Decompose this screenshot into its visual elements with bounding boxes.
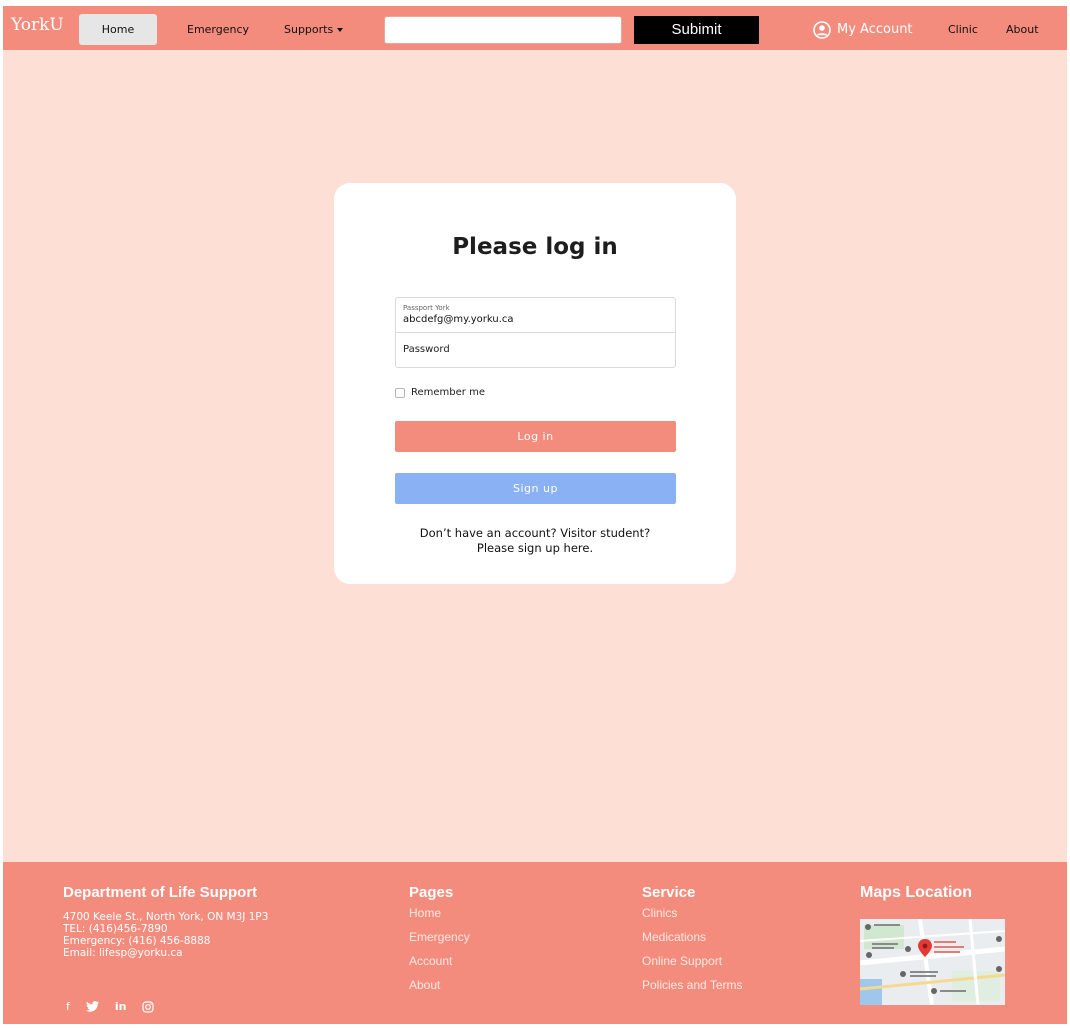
nav-my-account-link[interactable]: My Account [813, 14, 913, 45]
footer-service-title: Service [642, 884, 696, 901]
brand-logo[interactable]: YorkU [11, 15, 64, 35]
submit-button[interactable]: Subimit [634, 16, 759, 44]
footer-dept: Department of Life Support 4700 Keele St… [63, 884, 268, 959]
footer-link-medications[interactable]: Medications [642, 925, 743, 949]
footer-pages: Pages Home Emergency Account About [409, 884, 470, 997]
footer-email: Email: lifesp@yorku.ca [63, 947, 183, 959]
signup-button[interactable]: Sign up [395, 473, 676, 504]
search-input[interactable] [384, 16, 622, 44]
linkedin-icon[interactable]: in [115, 1000, 127, 1013]
footer-emergency: Emergency: (416) 456-8888 [63, 935, 211, 947]
signup-note: Don’t have an account? Visitor student? … [334, 526, 736, 556]
nav-supports-label: Supports [284, 23, 334, 36]
navbar: YorkU Home Emergency Supports Subimit My… [3, 6, 1067, 50]
nav-my-account-label: My Account [837, 22, 913, 37]
footer-pages-title: Pages [409, 884, 454, 901]
login-fields: Passport York abcdefg@my.yorku.ca Passwo… [395, 297, 676, 368]
password-label: Password [403, 344, 450, 355]
footer-link-emergency[interactable]: Emergency [409, 925, 470, 949]
map-image [860, 919, 1005, 1005]
signup-note-line2[interactable]: Please sign up here. [334, 541, 736, 556]
twitter-icon[interactable] [85, 1001, 99, 1012]
footer-dept-title: Department of Life Support [63, 884, 258, 901]
nav-home-button[interactable]: Home [79, 14, 157, 45]
signup-note-line1: Don’t have an account? Visitor student? [419, 526, 651, 540]
username-label: Passport York [403, 304, 450, 312]
footer-address: 4700 Keele St., North York, ON M3J 1P3 [63, 911, 269, 923]
map-thumbnail[interactable] [860, 919, 1005, 1005]
facebook-icon[interactable]: f [66, 1000, 70, 1013]
username-value: abcdefg@my.yorku.ca [403, 314, 514, 325]
footer-service: Service Clinics Medications Online Suppo… [642, 884, 743, 997]
footer-tel: TEL: (416)456-7890 [63, 923, 168, 935]
login-card: Please log in Passport York abcdefg@my.y… [334, 183, 736, 584]
remember-me-checkbox[interactable] [395, 387, 405, 398]
login-button[interactable]: Log in [395, 421, 676, 452]
username-field[interactable]: Passport York abcdefg@my.yorku.ca [396, 298, 675, 333]
footer-link-clinics[interactable]: Clinics [642, 906, 743, 920]
nav-clinic-link[interactable]: Clinic [948, 14, 978, 45]
footer-link-online-support[interactable]: Online Support [642, 949, 743, 973]
login-title: Please log in [452, 234, 618, 260]
footer-maps-title: Maps Location [860, 884, 973, 901]
footer-link-account[interactable]: Account [409, 949, 470, 973]
remember-me-label: Remember me [411, 387, 485, 398]
nav-about-link[interactable]: About [1006, 14, 1039, 45]
instagram-icon[interactable] [142, 1000, 155, 1013]
user-circle-icon [813, 20, 831, 39]
footer-maps: Maps Location [860, 884, 972, 907]
social-links: f in [66, 1000, 170, 1013]
page: YorkU Home Emergency Supports Subimit My… [3, 6, 1067, 1024]
footer-link-policies[interactable]: Policies and Terms [642, 973, 743, 997]
caret-down-icon [337, 28, 344, 32]
password-field[interactable]: Password [396, 334, 675, 367]
footer-link-about[interactable]: About [409, 973, 470, 997]
footer: Department of Life Support 4700 Keele St… [3, 862, 1067, 1024]
remember-me: Remember me [395, 387, 485, 398]
nav-supports-dropdown[interactable]: Supports [284, 14, 344, 45]
nav-emergency-link[interactable]: Emergency [187, 14, 249, 45]
footer-link-home[interactable]: Home [409, 906, 470, 920]
